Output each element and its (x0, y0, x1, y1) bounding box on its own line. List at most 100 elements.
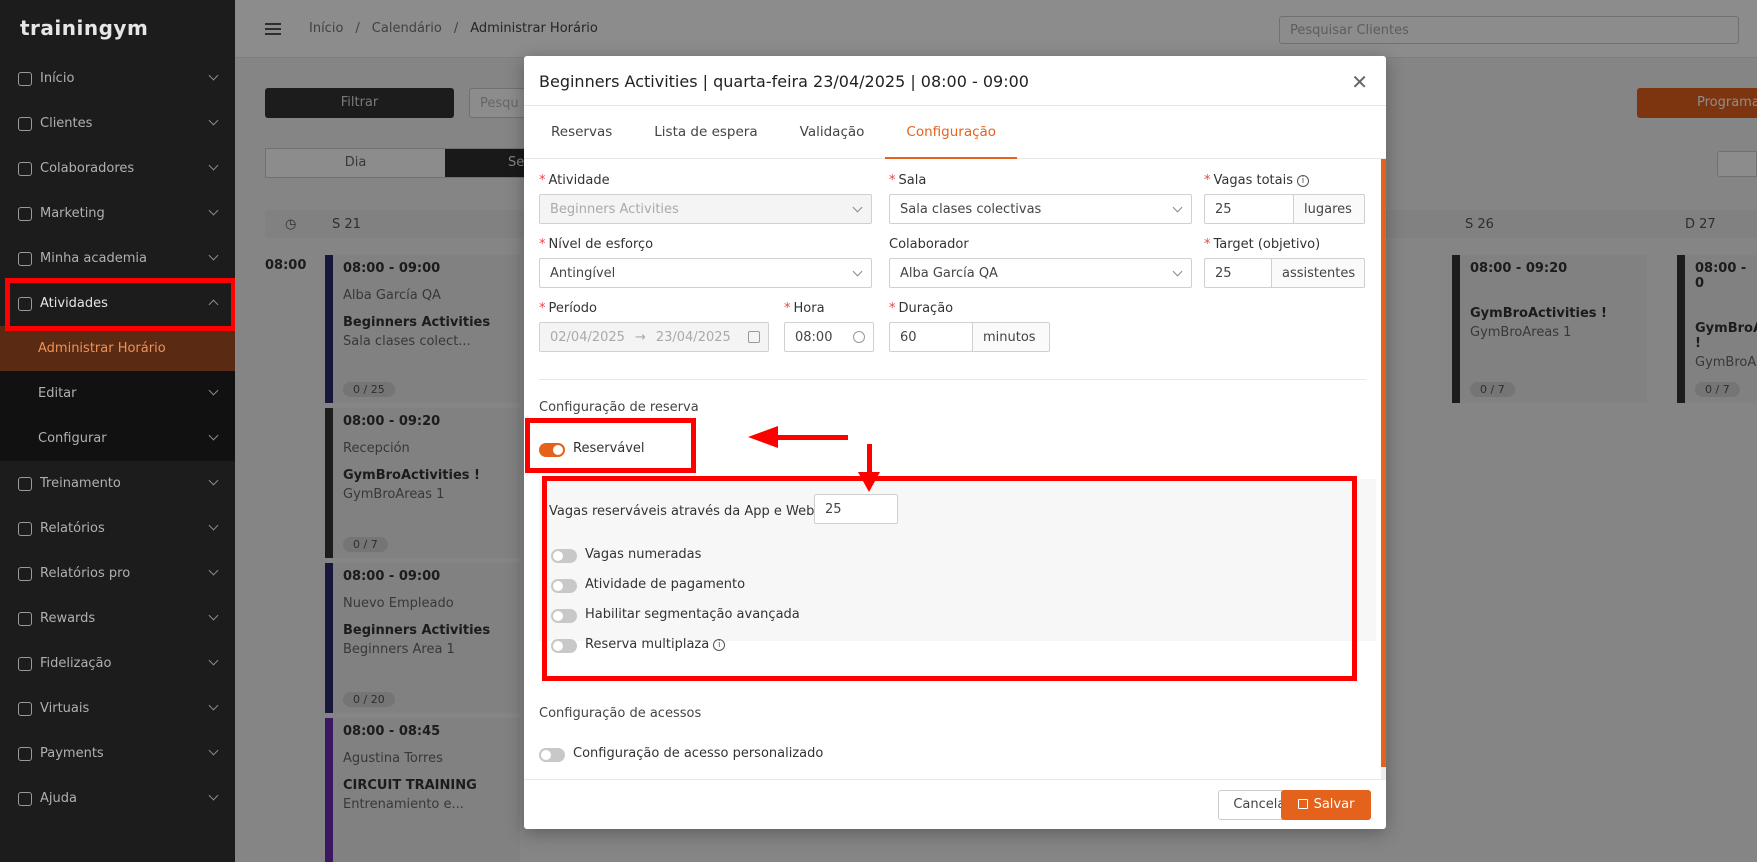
chevron-down-icon (208, 565, 219, 576)
sidebar-item-label: Clientes (40, 116, 93, 131)
reserva-options-panel: Vagas reserváveis através da App e Web: … (539, 479, 1376, 653)
modal-footer: Cancelar Salvar (524, 779, 1386, 829)
location-icon (18, 251, 32, 266)
divider (539, 379, 1366, 380)
heart-icon (18, 656, 32, 671)
sidebar-item-label: Início (40, 71, 75, 86)
reservavel-label: Reservável (573, 441, 645, 456)
acessos-section-title: Configuração de acessos (539, 706, 702, 721)
sidebar-item-payments[interactable]: Payments (0, 731, 235, 776)
clock-icon (853, 331, 865, 343)
target-label: * Target (objetivo) (1204, 237, 1321, 252)
sidebar-item-label: Fidelização (40, 656, 112, 671)
periodo-end: 23/04/2025 (655, 330, 731, 345)
sidebar-item-inicio[interactable]: Início (0, 56, 235, 101)
chevron-down-icon (208, 745, 219, 756)
chevron-down-icon (208, 700, 219, 711)
nivel-label: * Nível de esforço (539, 237, 654, 252)
atividade-pagamento-toggle[interactable] (551, 579, 577, 593)
vagas-numeradas-label: Vagas numeradas (585, 547, 702, 562)
chevron-down-icon (208, 160, 219, 171)
video-icon (18, 701, 32, 716)
multiplaza-toggle[interactable] (551, 639, 577, 653)
chevron-down-icon (1172, 202, 1183, 213)
tab-configuracao[interactable]: Configuração (885, 106, 1017, 159)
sidebar-item-colaboradores[interactable]: Colaboradores (0, 146, 235, 191)
target-input[interactable]: 25 (1204, 258, 1272, 288)
vagas-totais-label: * Vagas totais i (1204, 173, 1309, 188)
chevron-down-icon (208, 790, 219, 801)
colaborador-select[interactable]: Alba García QA (889, 258, 1192, 288)
sidebar-item-relatorios-pro[interactable]: Relatórios pro (0, 551, 235, 596)
vagas-unit: lugares (1293, 194, 1365, 224)
sidebar-item-label: Colaboradores (40, 161, 135, 176)
periodo-label: * Período (539, 301, 597, 316)
sidebar-item-label: Configurar (38, 431, 107, 446)
atividade-label: * Atividade (539, 173, 610, 188)
chart-icon (18, 521, 32, 536)
sidebar-item-label: Minha academia (40, 251, 147, 266)
segmentacao-toggle[interactable] (551, 609, 577, 623)
chevron-down-icon (208, 655, 219, 666)
chevron-down-icon (208, 385, 219, 396)
hora-input[interactable]: 08:00 (784, 322, 874, 352)
calendar-icon (748, 331, 760, 343)
nivel-select[interactable]: Antingível (539, 258, 872, 288)
sidebar-item-label: Administrar Horário (38, 341, 166, 356)
sala-label: * Sala (889, 173, 927, 188)
modal-title-text: Beginners Activities | quarta-feira 23/0… (539, 72, 1029, 91)
sidebar-item-marketing[interactable]: Marketing (0, 191, 235, 236)
sidebar-item-relatorios[interactable]: Relatórios (0, 506, 235, 551)
chevron-down-icon (208, 520, 219, 531)
save-label: Salvar (1313, 797, 1355, 812)
save-button[interactable]: Salvar (1281, 790, 1371, 820)
clients-icon (18, 116, 32, 131)
sidebar-item-clientes[interactable]: Clientes (0, 101, 235, 146)
tab-validacao[interactable]: Validação (779, 106, 886, 158)
reservavel-toggle[interactable] (539, 443, 565, 457)
close-icon[interactable]: ✕ (1351, 70, 1368, 94)
chevron-down-icon (852, 202, 863, 213)
chevron-up-icon (208, 299, 219, 310)
sidebar-item-rewards[interactable]: Rewards (0, 596, 235, 641)
sala-select[interactable]: Sala clases colectivas (889, 194, 1192, 224)
acesso-personalizado-label: Configuração de acesso personalizado (573, 746, 824, 761)
sidebar-item-virtuais[interactable]: Virtuais (0, 686, 235, 731)
acesso-personalizado-toggle[interactable] (539, 748, 565, 762)
scrollbar-thumb[interactable] (1381, 159, 1386, 767)
sidebar-item-label: Relatórios (40, 521, 105, 536)
sidebar-item-atividades[interactable]: Atividades (0, 281, 235, 326)
modal-title: Beginners Activities | quarta-feira 23/0… (524, 56, 1386, 106)
vagas-totais-input[interactable]: 25 (1204, 194, 1294, 224)
info-icon: i (1296, 175, 1309, 187)
chevron-down-icon (1172, 266, 1183, 277)
vagas-numeradas-toggle[interactable] (551, 549, 577, 563)
chevron-down-icon (852, 266, 863, 277)
vagas-app-input[interactable]: 25 (814, 494, 898, 524)
sidebar-item-minha-academia[interactable]: Minha academia (0, 236, 235, 281)
sidebar-item-label: Atividades (40, 296, 108, 311)
segmentacao-label: Habilitar segmentação avançada (585, 607, 800, 622)
sidebar-subitem-administrar-horario[interactable]: Administrar Horário (0, 326, 235, 371)
periodo-range[interactable]: 02/04/2025 → 23/04/2025 (539, 322, 769, 352)
info-icon: i (713, 639, 726, 651)
multiplaza-label: Reserva multiplaza i (585, 637, 726, 652)
sidebar-item-ajuda[interactable]: Ajuda (0, 776, 235, 821)
atividade-select[interactable]: Beginners Activities (539, 194, 872, 224)
app-logo: trainingym (20, 16, 149, 40)
sidebar-item-fidelizacao[interactable]: Fidelização (0, 641, 235, 686)
duracao-input[interactable]: 60 (889, 322, 973, 352)
tab-reservas[interactable]: Reservas (530, 106, 633, 158)
hora-label: * Hora (784, 301, 825, 316)
marketing-icon (18, 206, 32, 221)
chevron-down-icon (208, 250, 219, 261)
colaborador-label: Colaborador (889, 237, 969, 252)
sidebar-subitem-configurar[interactable]: Configurar (0, 416, 235, 461)
sidebar-subitem-editar[interactable]: Editar (0, 371, 235, 416)
tab-lista-de-espera[interactable]: Lista de espera (633, 106, 778, 158)
chevron-down-icon (208, 475, 219, 486)
help-icon (18, 791, 32, 806)
staff-icon (18, 161, 32, 176)
periodo-start: 02/04/2025 (550, 330, 625, 345)
sidebar-item-treinamento[interactable]: Treinamento (0, 461, 235, 506)
